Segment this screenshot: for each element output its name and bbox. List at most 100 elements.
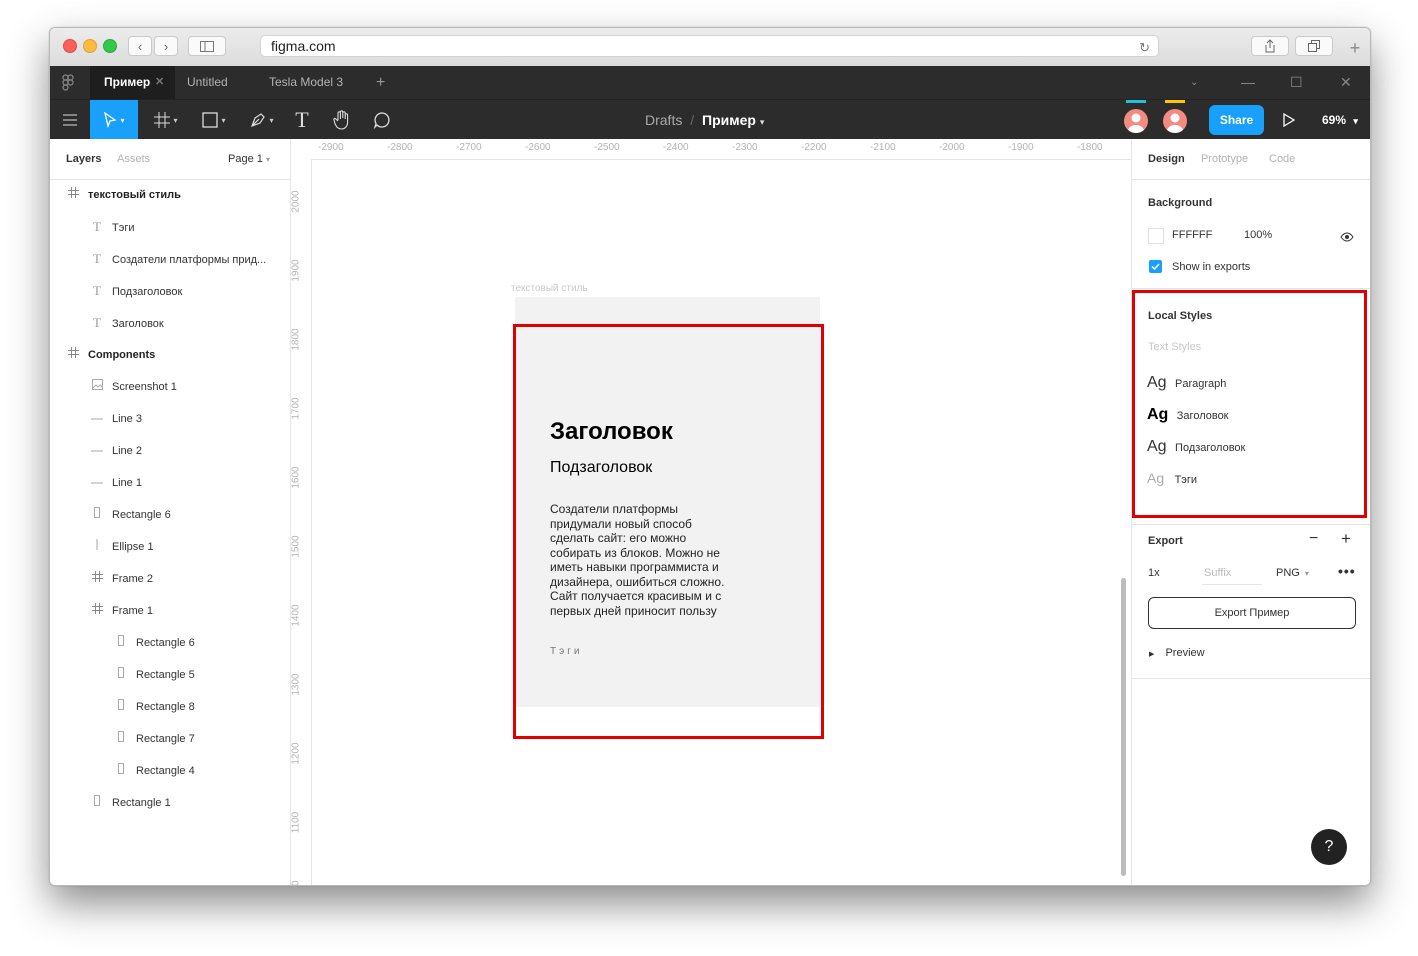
- export-suffix-input[interactable]: Suffix: [1202, 564, 1262, 585]
- ruler-tick-label: 1000: [291, 880, 302, 885]
- layer-item[interactable]: Rectangle 4: [114, 755, 195, 787]
- tab-primer[interactable]: Пример ✕: [90, 66, 175, 99]
- hand-tool-button[interactable]: [330, 100, 354, 140]
- new-file-tab-button[interactable]: +: [376, 66, 385, 99]
- tab-code[interactable]: Code: [1269, 139, 1295, 179]
- show-in-exports-checkbox[interactable]: [1149, 260, 1162, 273]
- pen-tool-button[interactable]: ▾: [244, 100, 280, 140]
- eye-icon[interactable]: [1340, 229, 1354, 247]
- vertical-scrollbar[interactable]: [1121, 578, 1126, 876]
- layer-item[interactable]: T Заголовок: [90, 307, 164, 339]
- layer-label: Rectangle 1: [112, 797, 171, 809]
- frame-icon: [66, 179, 80, 211]
- right-panel-tabs: Design Prototype Code: [1132, 139, 1370, 180]
- export-scale[interactable]: 1x: [1148, 567, 1160, 579]
- layer-item[interactable]: Frame 1: [90, 595, 153, 627]
- layer-label: Line 1: [112, 477, 142, 489]
- export-button[interactable]: Export Пример: [1148, 597, 1356, 629]
- canvas[interactable]: текстовый стиль Заголовок Подзаголовок С…: [312, 160, 1131, 885]
- help-button[interactable]: ?: [1311, 829, 1347, 865]
- tab-label: Untitled: [187, 75, 228, 89]
- main-menu-button[interactable]: [58, 100, 82, 140]
- ruler-tick-label: -2600: [525, 142, 551, 153]
- ruler-tick-label: -2900: [318, 142, 344, 153]
- move-tool-button[interactable]: ▾: [90, 100, 138, 140]
- text-tool-button[interactable]: T: [290, 100, 314, 140]
- layer-item[interactable]: T Подзаголовок: [90, 275, 182, 307]
- back-button[interactable]: ‹: [128, 36, 152, 56]
- present-button[interactable]: [1280, 100, 1298, 140]
- layer-label: Rectangle 4: [136, 765, 195, 777]
- layer-item[interactable]: текстовый стиль: [66, 179, 181, 211]
- figma-toolbar: ▾ ▾ ▾ ▾ T Drafts / Пример ▾ Share 69% ▾: [50, 99, 1370, 140]
- layer-item[interactable]: Rectangle 6: [114, 627, 195, 659]
- tab-design[interactable]: Design: [1148, 139, 1185, 179]
- ruler-tick-label: 1400: [290, 604, 302, 627]
- file-title[interactable]: Пример: [702, 112, 756, 128]
- layer-item[interactable]: Screenshot 1: [90, 371, 177, 403]
- layer-item[interactable]: Rectangle 8: [114, 691, 195, 723]
- layer-item[interactable]: Line 1: [90, 467, 142, 499]
- zoom-window-button[interactable]: [103, 39, 117, 53]
- layer-item[interactable]: Line 3: [90, 403, 142, 435]
- avatar[interactable]: [1163, 109, 1187, 133]
- frame-tool-button[interactable]: ▾: [148, 100, 184, 140]
- maximize-icon[interactable]: ☐: [1290, 66, 1303, 99]
- add-export-icon[interactable]: +: [1341, 529, 1351, 549]
- remove-export-icon[interactable]: −: [1309, 530, 1318, 548]
- reload-icon[interactable]: ↻: [1139, 38, 1150, 58]
- layer-item[interactable]: Components: [66, 339, 155, 371]
- page-label: Page 1: [228, 153, 263, 165]
- suffix-placeholder: Suffix: [1204, 567, 1232, 579]
- layer-item[interactable]: Rectangle 7: [114, 723, 195, 755]
- page-selector[interactable]: Page 1 ▾: [228, 139, 270, 180]
- layer-item[interactable]: Ellipse 1: [90, 531, 154, 563]
- layer-item[interactable]: Frame 2: [90, 563, 153, 595]
- minimize-icon[interactable]: —: [1241, 66, 1255, 99]
- tab-tesla[interactable]: Tesla Model 3: [269, 66, 359, 99]
- layer-item[interactable]: T Создатели платформы прид...: [90, 243, 266, 275]
- export-format-select[interactable]: PNG ▾: [1276, 567, 1309, 579]
- tabs-overview-button[interactable]: [1295, 36, 1333, 56]
- ruler-tick-label: 1500: [290, 535, 302, 558]
- avatar[interactable]: [1124, 109, 1148, 133]
- checkmark-icon: [1151, 263, 1160, 271]
- background-opacity[interactable]: 100%: [1244, 229, 1272, 241]
- ruler-tick-label: -2400: [663, 142, 689, 153]
- close-window-button[interactable]: [63, 39, 77, 53]
- forward-button[interactable]: ›: [154, 36, 178, 56]
- chevron-down-icon[interactable]: ⌄: [1190, 66, 1198, 99]
- layer-item[interactable]: Rectangle 6: [90, 499, 171, 531]
- close-app-icon[interactable]: ✕: [1340, 66, 1352, 99]
- layer-item[interactable]: T Тэги: [90, 211, 134, 243]
- comment-tool-button[interactable]: [370, 100, 394, 140]
- background-hex[interactable]: FFFFFF: [1172, 229, 1212, 241]
- zoom-dropdown[interactable]: 69% ▾: [1322, 100, 1358, 140]
- layer-item[interactable]: Line 2: [90, 435, 142, 467]
- tab-assets[interactable]: Assets: [117, 139, 150, 179]
- figma-logo-icon[interactable]: [62, 74, 74, 96]
- shape-tool-button[interactable]: ▾: [196, 100, 232, 140]
- preview-toggle[interactable]: ▶ Preview: [1149, 647, 1205, 659]
- layer-item[interactable]: Rectangle 1: [90, 787, 171, 819]
- share-page-button[interactable]: [1251, 36, 1289, 56]
- tab-prototype[interactable]: Prototype: [1201, 139, 1248, 179]
- left-panel-tabs: Layers Assets Page 1 ▾: [50, 139, 290, 180]
- minimize-window-button[interactable]: [83, 39, 97, 53]
- layer-item[interactable]: Rectangle 5: [114, 659, 195, 691]
- layer-label: Ellipse 1: [112, 541, 154, 553]
- tab-untitled[interactable]: Untitled: [187, 66, 257, 99]
- breadcrumb-drafts[interactable]: Drafts: [645, 112, 682, 128]
- chevron-down-icon[interactable]: ▾: [760, 117, 765, 127]
- background-swatch[interactable]: [1148, 228, 1164, 244]
- close-icon[interactable]: ✕: [155, 66, 164, 99]
- preview-label: Preview: [1165, 647, 1205, 659]
- layer-label: Line 2: [112, 445, 142, 457]
- sidebar-toggle-button[interactable]: [188, 36, 226, 56]
- tab-layers[interactable]: Layers: [66, 139, 101, 179]
- address-bar[interactable]: figma.com ↻: [260, 35, 1159, 57]
- share-button[interactable]: Share: [1209, 105, 1264, 135]
- new-tab-button[interactable]: +: [1346, 39, 1364, 58]
- more-options-icon[interactable]: •••: [1338, 563, 1356, 579]
- frame-label[interactable]: текстовый стиль: [511, 283, 588, 294]
